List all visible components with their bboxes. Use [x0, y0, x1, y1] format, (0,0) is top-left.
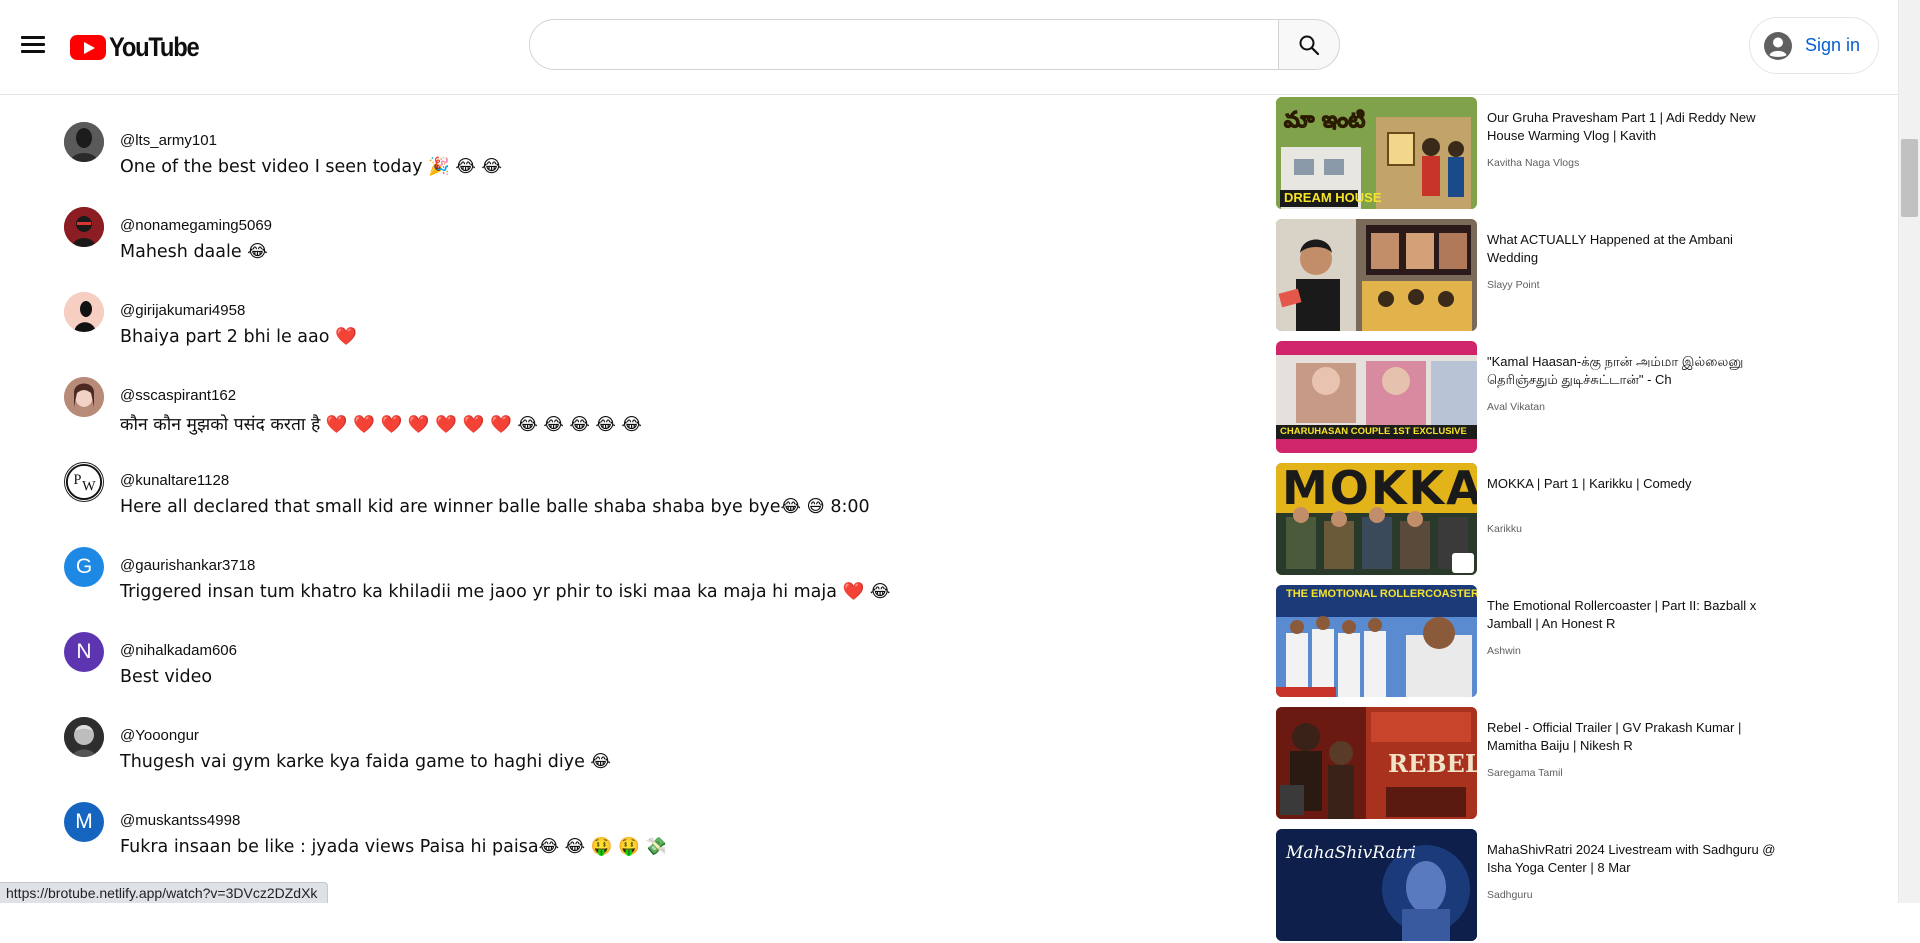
avatar-letter: N	[76, 640, 92, 663]
thumbnail-caption: CHARUHASAN COUPLE 1ST EXCLUSIVE	[1280, 426, 1467, 437]
recommended-video[interactable]: REBEL Rebel - Official Trailer | GV Prak…	[1276, 707, 1796, 821]
youtube-logo[interactable]: YouTube	[70, 32, 211, 62]
comment-text: कौन कौन मुझको पसंद करता है ❤️ ❤️ ❤️ ❤️ ❤…	[120, 415, 642, 435]
channel-name[interactable]: Slayy Point	[1487, 279, 1540, 291]
avatar[interactable]: N	[64, 632, 104, 672]
comment-item: M @muskantss4998 Fukra insaan be like : …	[64, 802, 1164, 862]
comment-author[interactable]: @sscaspirant162	[120, 387, 236, 404]
video-title[interactable]: The Emotional Rollercoaster | Part II: B…	[1487, 597, 1777, 633]
comment-text: Triggered insan tum khatro ka khiladii m…	[120, 582, 891, 602]
avatar[interactable]: PW	[64, 462, 104, 502]
avatar[interactable]	[64, 292, 104, 332]
thumbnail-caption: REBEL	[1388, 749, 1477, 778]
comment-text: Thugesh vai gym karke kya faida game to …	[120, 752, 611, 772]
avatar-image	[64, 292, 104, 332]
video-title[interactable]: "Kamal Haasan-க்கு நான் அம்மா இல்லைனு தெ…	[1487, 353, 1777, 389]
thumbnail-image	[1276, 219, 1477, 331]
thumbnail-caption: MOKKA	[1282, 463, 1477, 515]
video-title[interactable]: Our Gruha Pravesham Part 1 | Adi Reddy N…	[1487, 109, 1777, 145]
hamburger-menu-icon[interactable]	[18, 32, 48, 60]
video-title[interactable]: What ACTUALLY Happened at the Ambani Wed…	[1487, 231, 1777, 267]
comment-author[interactable]: @nihalkadam606	[120, 642, 237, 659]
account-circle-icon	[1764, 31, 1792, 60]
avatar[interactable]	[64, 207, 104, 247]
top-header: YouTube Sign in	[0, 0, 1898, 95]
avatar-letter: G	[75, 555, 93, 578]
video-thumbnail[interactable]: CHARUHASAN COUPLE 1ST EXCLUSIVE	[1276, 341, 1477, 453]
recommended-video[interactable]: CHARUHASAN COUPLE 1ST EXCLUSIVE "Kamal H…	[1276, 341, 1796, 455]
search-input[interactable]	[530, 20, 1278, 69]
comment-text: Bhaiya part 2 bhi le aao ❤️	[120, 327, 357, 347]
status-bar-url: https://brotube.netlify.app/watch?v=3DVc…	[0, 882, 329, 903]
comment-author[interactable]: @lts_army101	[120, 132, 217, 149]
video-thumbnail[interactable]: REBEL	[1276, 707, 1477, 819]
comment-text: One of the best video I seen today 🎉 😂 😂	[120, 157, 502, 177]
video-thumbnail[interactable]: MOKKA	[1276, 463, 1477, 575]
video-thumbnail[interactable]: MahaShivRatri	[1276, 829, 1477, 941]
comment-item: @Yooongur Thugesh vai gym karke kya faid…	[64, 717, 1164, 777]
search-box	[529, 19, 1279, 70]
video-title[interactable]: MOKKA | Part 1 | Karikku | Comedy	[1487, 475, 1777, 493]
channel-name[interactable]: Karikku	[1487, 523, 1522, 535]
recommended-video[interactable]: MahaShivRatri MahaShivRatri 2024 Livestr…	[1276, 829, 1796, 943]
avatar[interactable]	[64, 122, 104, 162]
svg-text:మా ఇంటి: మా ఇంటి	[1284, 108, 1365, 133]
svg-text:P: P	[74, 472, 82, 488]
channel-name[interactable]: Sadhguru	[1487, 889, 1533, 901]
channel-name[interactable]: Saregama Tamil	[1487, 767, 1563, 779]
search-icon	[1299, 35, 1320, 55]
recommended-video[interactable]: THE EMOTIONAL ROLLERCOASTER The Emotiona…	[1276, 585, 1796, 699]
avatar[interactable]	[64, 717, 104, 757]
avatar-image	[64, 717, 104, 757]
comment-author[interactable]: @girijakumari4958	[120, 302, 245, 319]
video-title[interactable]: MahaShivRatri 2024 Livestream with Sadhg…	[1487, 841, 1777, 877]
comment-item: G @gaurishankar3718 Triggered insan tum …	[64, 547, 1164, 607]
video-title[interactable]: Rebel - Official Trailer | GV Prakash Ku…	[1487, 719, 1777, 755]
avatar-image	[64, 207, 104, 247]
comment-item: @nonamegaming5069 Mahesh daale 😂	[64, 207, 1164, 267]
comment-author[interactable]: @gaurishankar3718	[120, 557, 255, 574]
avatar-letter: M	[75, 810, 93, 833]
logo-text: YouTube	[109, 31, 200, 62]
comment-item: N @nihalkadam606 Best video	[64, 632, 1164, 692]
sign-in-button[interactable]: Sign in	[1749, 17, 1879, 74]
comment-text: Fukra insaan be like : jyada views Paisa…	[120, 837, 668, 857]
channel-name[interactable]: Aval Vikatan	[1487, 401, 1545, 413]
comment-item: @girijakumari4958 Bhaiya part 2 bhi le a…	[64, 292, 1164, 352]
avatar-image	[64, 122, 104, 162]
avatar-image	[64, 377, 104, 417]
comment-text: Mahesh daale 😂	[120, 242, 268, 262]
youtube-play-icon	[70, 34, 106, 60]
comment-author[interactable]: @muskantss4998	[120, 812, 240, 829]
avatar[interactable]: G	[64, 547, 104, 587]
comment-author[interactable]: @nonamegaming5069	[120, 217, 272, 234]
channel-name[interactable]: Ashwin	[1487, 645, 1521, 657]
comment-text: Best video	[120, 667, 213, 687]
comment-item: @lts_army101 One of the best video I see…	[64, 122, 1164, 182]
comment-item: @sscaspirant162 कौन कौन मुझको पसंद करता …	[64, 377, 1164, 437]
page-scrollbar[interactable]	[1898, 0, 1920, 903]
sign-in-label: Sign in	[1805, 35, 1861, 55]
recommended-video[interactable]: మా ఇంటి DREAM HOUSE Our Gruha Pravesham …	[1276, 97, 1796, 211]
pw-logo-icon: PW	[65, 463, 103, 501]
video-thumbnail[interactable]: THE EMOTIONAL ROLLERCOASTER	[1276, 585, 1477, 697]
comment-item: PW @kunaltare1128 Here all declared that…	[64, 462, 1164, 522]
recommended-video[interactable]: What ACTUALLY Happened at the Ambani Wed…	[1276, 219, 1796, 333]
avatar[interactable]	[64, 377, 104, 417]
recommended-video[interactable]: MOKKA MOKKA | Part 1 | Karikku | Comedy …	[1276, 463, 1796, 577]
video-thumbnail[interactable]: మా ఇంటి DREAM HOUSE	[1276, 97, 1477, 209]
thumbnail-image	[1276, 585, 1477, 697]
channel-name[interactable]: Kavitha Naga Vlogs	[1487, 157, 1579, 169]
thumbnail-caption: DREAM HOUSE	[1284, 190, 1382, 205]
comment-author[interactable]: @Yooongur	[120, 727, 199, 744]
scrollbar-thumb[interactable]	[1901, 139, 1918, 217]
thumbnail-caption: MahaShivRatri	[1286, 843, 1416, 863]
svg-text:W: W	[82, 479, 96, 495]
avatar[interactable]: M	[64, 802, 104, 842]
comment-author[interactable]: @kunaltare1128	[120, 472, 229, 489]
thumbnail-caption: THE EMOTIONAL ROLLERCOASTER	[1286, 588, 1477, 600]
search-button[interactable]	[1278, 19, 1340, 70]
video-thumbnail[interactable]	[1276, 219, 1477, 331]
comment-text: Here all declared that small kid are win…	[120, 497, 870, 517]
